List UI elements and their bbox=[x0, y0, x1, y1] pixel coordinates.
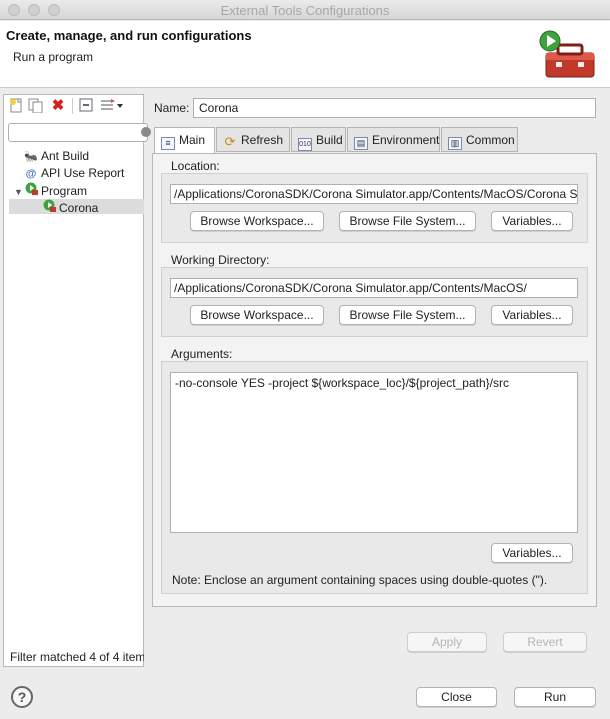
filter-menu-icon[interactable] bbox=[98, 98, 126, 114]
tree-item-label: API Use Report bbox=[41, 166, 125, 180]
location-label: Location: bbox=[171, 159, 220, 173]
at-sign-icon: @ bbox=[25, 168, 37, 180]
arguments-text: -no-console YES -project ${workspace_loc… bbox=[175, 376, 509, 390]
refresh-icon: ⟳ bbox=[224, 134, 236, 149]
working-directory-input[interactable]: /Applications/CoronaSDK/Corona Simulator… bbox=[170, 278, 578, 298]
header-subtitle: Run a program bbox=[13, 50, 94, 64]
tree-item-label: Program bbox=[41, 184, 88, 198]
tree-item-label: Corona bbox=[59, 201, 99, 215]
tab-label: Main bbox=[179, 133, 206, 147]
arguments-group: -no-console YES -project ${workspace_loc… bbox=[161, 361, 588, 594]
environment-icon: ▤ bbox=[354, 137, 368, 150]
location-input[interactable]: /Applications/CoronaSDK/Corona Simulator… bbox=[170, 184, 578, 204]
location-variables-button[interactable]: Variables... bbox=[491, 211, 573, 231]
tree-item-corona[interactable]: Corona bbox=[42, 199, 98, 215]
location-browse-filesystem-button[interactable]: Browse File System... bbox=[339, 211, 476, 231]
main-tab-panel: Location: /Applications/CoronaSDK/Corona… bbox=[152, 153, 597, 607]
main-tab-icon: ≡ bbox=[161, 137, 175, 150]
toolbox-run-icon bbox=[539, 30, 595, 78]
tab-environment[interactable]: ▤ Environment bbox=[347, 127, 440, 152]
duplicate-icon[interactable] bbox=[28, 98, 44, 114]
dialog-header: Create, manage, and run configurations R… bbox=[0, 21, 610, 88]
arguments-textarea[interactable]: -no-console YES -project ${workspace_loc… bbox=[170, 372, 578, 533]
working-directory-group: /Applications/CoronaSDK/Corona Simulator… bbox=[161, 267, 588, 337]
workdir-variables-button[interactable]: Variables... bbox=[491, 305, 573, 325]
collapse-all-icon[interactable] bbox=[78, 98, 94, 114]
run-button[interactable]: Run bbox=[514, 687, 596, 707]
location-group: /Applications/CoronaSDK/Corona Simulator… bbox=[161, 173, 588, 243]
tab-label: Build bbox=[316, 133, 343, 147]
tab-label: Environment bbox=[372, 133, 440, 147]
filter-status: Filter matched 4 of 4 items bbox=[10, 650, 144, 664]
toolbar-divider bbox=[72, 98, 73, 114]
revert-button[interactable]: Revert bbox=[503, 632, 587, 652]
clear-filter-icon[interactable] bbox=[141, 127, 151, 137]
build-icon: 010 bbox=[298, 138, 312, 151]
working-directory-label: Working Directory: bbox=[171, 253, 270, 267]
program-icon bbox=[24, 182, 38, 200]
tab-build[interactable]: 010 Build bbox=[291, 127, 346, 152]
common-icon: ▥ bbox=[448, 137, 462, 150]
tab-label: Common bbox=[466, 133, 515, 147]
title-bar: External Tools Configurations bbox=[0, 0, 610, 20]
launch-config-icon bbox=[42, 199, 56, 217]
location-browse-workspace-button[interactable]: Browse Workspace... bbox=[190, 211, 324, 231]
tab-main[interactable]: ≡ Main bbox=[154, 127, 215, 154]
close-button[interactable]: Close bbox=[416, 687, 497, 707]
header-title: Create, manage, and run configurations bbox=[6, 28, 252, 43]
window-title: External Tools Configurations bbox=[220, 3, 390, 18]
arguments-note: Note: Enclose an argument containing spa… bbox=[172, 573, 548, 587]
workdir-browse-filesystem-button[interactable]: Browse File System... bbox=[339, 305, 476, 325]
tree-item-label: Ant Build bbox=[41, 149, 90, 163]
configuration-tree-panel: ✖ 🐜 Ant Build @ API Use Report ▼ Program Co… bbox=[3, 94, 151, 667]
delete-icon[interactable]: ✖ bbox=[50, 98, 66, 114]
name-label: Name: bbox=[154, 101, 190, 115]
name-input[interactable]: Corona bbox=[193, 98, 596, 118]
tab-label: Refresh bbox=[241, 133, 284, 147]
tab-common[interactable]: ▥ Common bbox=[441, 127, 518, 152]
tree-item-ant-build[interactable]: 🐜 Ant Build bbox=[24, 148, 89, 164]
filter-input[interactable] bbox=[8, 123, 151, 142]
ant-icon: 🐜 bbox=[24, 151, 38, 163]
arguments-label: Arguments: bbox=[171, 347, 233, 361]
help-icon[interactable]: ? bbox=[11, 686, 33, 708]
arguments-variables-button[interactable]: Variables... bbox=[491, 543, 573, 563]
tab-refresh[interactable]: ⟳ Refresh bbox=[216, 127, 290, 152]
apply-button[interactable]: Apply bbox=[407, 632, 487, 652]
tree-item-program[interactable]: ▼ Program bbox=[14, 182, 87, 198]
new-config-icon[interactable] bbox=[8, 98, 24, 114]
expand-arrow-icon[interactable]: ▼ bbox=[14, 184, 24, 200]
workdir-browse-workspace-button[interactable]: Browse Workspace... bbox=[190, 305, 324, 325]
tree-item-api-use-report[interactable]: @ API Use Report bbox=[24, 165, 125, 181]
